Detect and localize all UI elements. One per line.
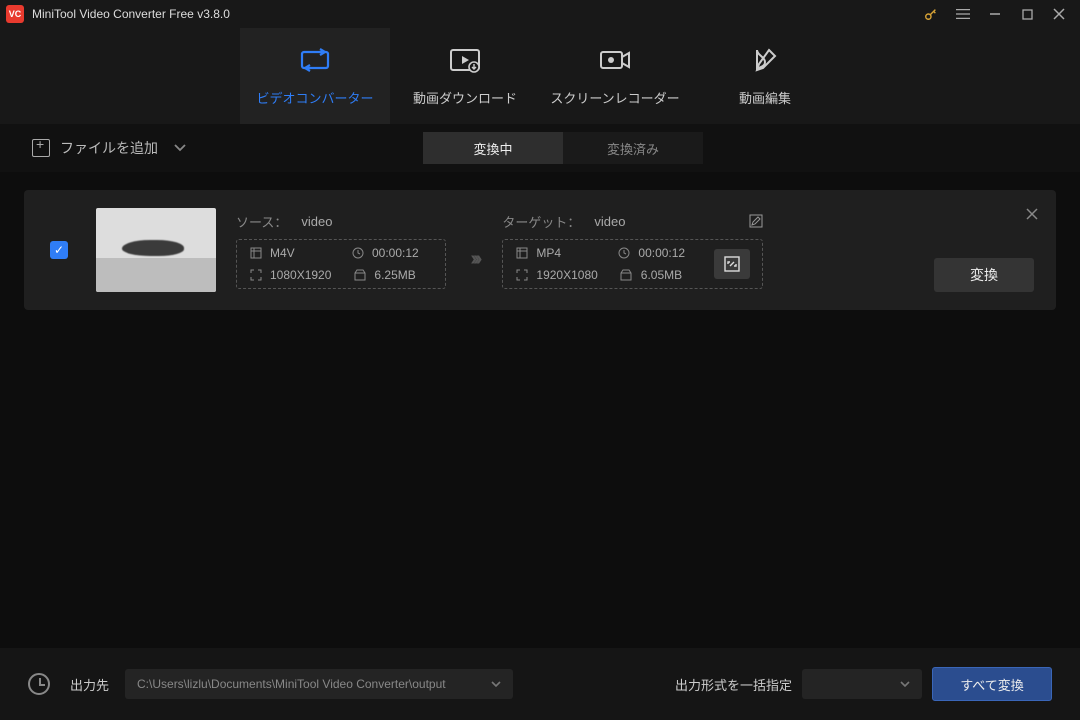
tab-label: スクリーンレコーダー bbox=[550, 88, 679, 107]
arrow-icon: ››› bbox=[466, 248, 482, 271]
src-format: M4V bbox=[270, 246, 295, 260]
src-duration: 00:00:12 bbox=[372, 246, 419, 260]
output-path-text: C:\Users\lizlu\Documents\MiniTool Video … bbox=[137, 677, 446, 691]
tab-label: ビデオコンバーター bbox=[256, 88, 373, 107]
source-name: video bbox=[301, 214, 332, 229]
menu-icon[interactable] bbox=[956, 7, 970, 21]
edit-icon bbox=[748, 46, 782, 74]
tab-label: 動画ダウンロード bbox=[413, 88, 517, 107]
convert-all-button[interactable]: すべて変換 bbox=[932, 667, 1052, 701]
app-logo: VC bbox=[6, 5, 24, 23]
seg-label: 変換済み bbox=[607, 139, 659, 158]
add-file-label: ファイルを追加 bbox=[60, 138, 158, 158]
tab-label: 動画編集 bbox=[739, 88, 791, 107]
video-thumbnail[interactable] bbox=[96, 208, 216, 292]
main-tabs: ビデオコンバーター 動画ダウンロード スクリーンレコーダー 動画編集 bbox=[0, 28, 1080, 124]
clock-icon bbox=[617, 246, 630, 259]
target-name: video bbox=[594, 214, 625, 229]
tab-spacer bbox=[0, 28, 240, 124]
minimize-icon[interactable] bbox=[988, 7, 1002, 21]
clock-icon bbox=[351, 246, 364, 259]
titlebar: VC MiniTool Video Converter Free v3.8.0 bbox=[0, 0, 1080, 28]
file-list: ✓ ソース： video M4V 00:00:12 1080X1920 6.25… bbox=[0, 172, 1080, 328]
app-title: MiniTool Video Converter Free v3.8.0 bbox=[32, 7, 924, 21]
tgt-format: MP4 bbox=[536, 246, 561, 260]
convert-label: 変換 bbox=[970, 265, 998, 285]
format-all-select[interactable] bbox=[802, 669, 922, 699]
add-file-icon bbox=[32, 139, 50, 157]
source-label: ソース： bbox=[236, 212, 287, 231]
src-resolution: 1080X1920 bbox=[270, 268, 331, 282]
download-icon bbox=[448, 46, 482, 74]
resolution-icon bbox=[515, 268, 528, 281]
convert-all-label: すべて変換 bbox=[960, 675, 1024, 694]
tgt-duration: 00:00:12 bbox=[638, 246, 685, 260]
seg-converted[interactable]: 変換済み bbox=[563, 132, 703, 164]
select-checkbox[interactable]: ✓ bbox=[50, 241, 68, 259]
status-segmented: 変換中 変換済み bbox=[423, 132, 703, 164]
resolution-icon bbox=[249, 268, 262, 281]
schedule-icon[interactable] bbox=[28, 673, 50, 695]
tab-video-converter[interactable]: ビデオコンバーター bbox=[240, 28, 390, 124]
convert-button[interactable]: 変換 bbox=[934, 258, 1034, 292]
target-infobox: MP4 00:00:12 1920X1080 6.05MB bbox=[502, 239, 762, 289]
target-label: ターゲット： bbox=[502, 212, 580, 231]
seg-label: 変換中 bbox=[473, 139, 512, 158]
tab-video-download[interactable]: 動画ダウンロード bbox=[390, 28, 540, 124]
edit-target-icon[interactable] bbox=[749, 214, 763, 228]
close-icon[interactable] bbox=[1052, 7, 1066, 21]
target-format-button[interactable] bbox=[714, 249, 750, 279]
source-infobox: M4V 00:00:12 1080X1920 6.25MB bbox=[236, 239, 446, 289]
tgt-resolution: 1920X1080 bbox=[536, 268, 597, 282]
remove-file-icon[interactable] bbox=[1026, 208, 1038, 220]
tab-video-edit[interactable]: 動画編集 bbox=[690, 28, 840, 124]
size-icon bbox=[353, 268, 366, 281]
format-icon bbox=[515, 246, 528, 259]
converter-icon bbox=[298, 46, 332, 74]
chevron-down-icon bbox=[491, 681, 501, 688]
tab-screen-recorder[interactable]: スクリーンレコーダー bbox=[540, 28, 690, 124]
recorder-icon bbox=[598, 46, 632, 74]
maximize-icon[interactable] bbox=[1020, 7, 1034, 21]
toolbar: ファイルを追加 変換中 変換済み bbox=[0, 124, 1080, 172]
source-column: ソース： video M4V 00:00:12 1080X1920 6.25MB bbox=[236, 212, 446, 289]
file-card: ✓ ソース： video M4V 00:00:12 1080X1920 6.25… bbox=[24, 190, 1056, 310]
output-label: 出力先 bbox=[70, 675, 109, 694]
src-size: 6.25MB bbox=[374, 268, 415, 282]
seg-converting[interactable]: 変換中 bbox=[423, 132, 563, 164]
format-all-label: 出力形式を一括指定 bbox=[675, 675, 792, 694]
target-column: ターゲット： video MP4 00:00:12 1920X1080 6.05… bbox=[502, 212, 762, 289]
key-icon[interactable] bbox=[924, 7, 938, 21]
footer: 出力先 C:\Users\lizlu\Documents\MiniTool Vi… bbox=[0, 648, 1080, 720]
chevron-down-icon[interactable] bbox=[174, 144, 186, 152]
size-icon bbox=[620, 268, 633, 281]
format-icon bbox=[249, 246, 262, 259]
output-path-select[interactable]: C:\Users\lizlu\Documents\MiniTool Video … bbox=[125, 669, 513, 699]
add-file-button[interactable]: ファイルを追加 bbox=[32, 138, 186, 158]
tgt-size: 6.05MB bbox=[641, 268, 682, 282]
